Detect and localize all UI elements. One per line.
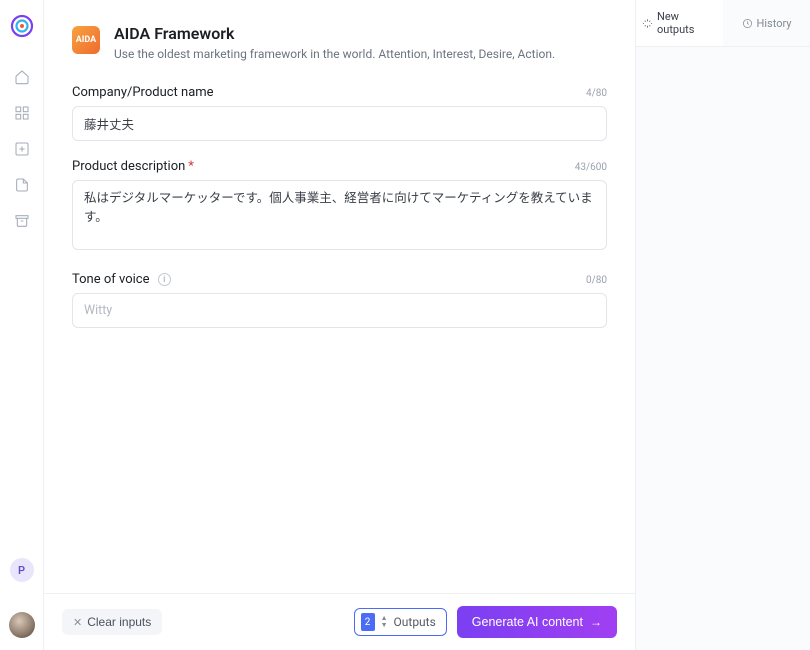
form-footer: ✕ Clear inputs 2 ▲ ▼ Outputs Generate AI… [44,593,635,650]
form-body: Company/Product name 4/80 Product descri… [44,77,635,593]
info-icon[interactable]: i [158,273,171,286]
archive-icon[interactable] [13,212,31,230]
page-subtitle: Use the oldest marketing framework in th… [114,47,555,61]
description-label: Product description* [72,159,194,174]
template-icon: AIDA [72,26,100,54]
tone-input[interactable] [72,293,607,328]
clear-inputs-button[interactable]: ✕ Clear inputs [62,609,162,635]
tab-new-outputs[interactable]: New outputs [636,0,723,46]
workspace-avatar[interactable]: P [10,558,34,582]
stepper-arrows[interactable]: ▲ ▼ [381,615,388,629]
generate-button[interactable]: Generate AI content → [457,606,617,638]
output-pane: New outputs History [636,0,810,650]
outputs-label: Outputs [394,615,436,629]
home-icon[interactable] [13,68,31,86]
main: AIDA AIDA Framework Use the oldest marke… [44,0,810,650]
form-pane: AIDA AIDA Framework Use the oldest marke… [44,0,636,650]
description-input[interactable]: 私はデジタルマーケッターです。個人事業主、経営者に向けてマーケティングを教えてい… [72,180,607,250]
field-company: Company/Product name 4/80 [72,85,607,141]
template-header: AIDA AIDA Framework Use the oldest marke… [44,0,635,77]
chevron-down-icon[interactable]: ▼ [381,622,388,629]
tone-count: 0/80 [586,275,607,286]
company-count: 4/80 [586,88,607,99]
description-count: 43/600 [575,162,607,173]
outputs-value: 2 [361,613,375,631]
add-icon[interactable] [13,140,31,158]
field-tone: Tone of voice i 0/80 [72,272,607,328]
tab-history[interactable]: History [723,0,810,46]
company-label: Company/Product name [72,85,214,100]
close-icon: ✕ [73,616,82,629]
company-input[interactable] [72,106,607,141]
output-tabs: New outputs History [636,0,810,47]
page-title: AIDA Framework [114,24,555,43]
outputs-stepper[interactable]: 2 ▲ ▼ Outputs [354,608,447,636]
user-avatar[interactable] [9,612,35,638]
app-logo[interactable] [10,14,34,38]
clock-icon [742,18,753,29]
sidebar: P [0,0,44,650]
sparkle-icon [642,18,653,29]
field-description: Product description* 43/600 私はデジタルマーケッター… [72,159,607,254]
tone-label: Tone of voice i [72,272,171,287]
grid-icon[interactable] [13,104,31,122]
document-icon[interactable] [13,176,31,194]
arrow-right-icon: → [590,615,602,629]
